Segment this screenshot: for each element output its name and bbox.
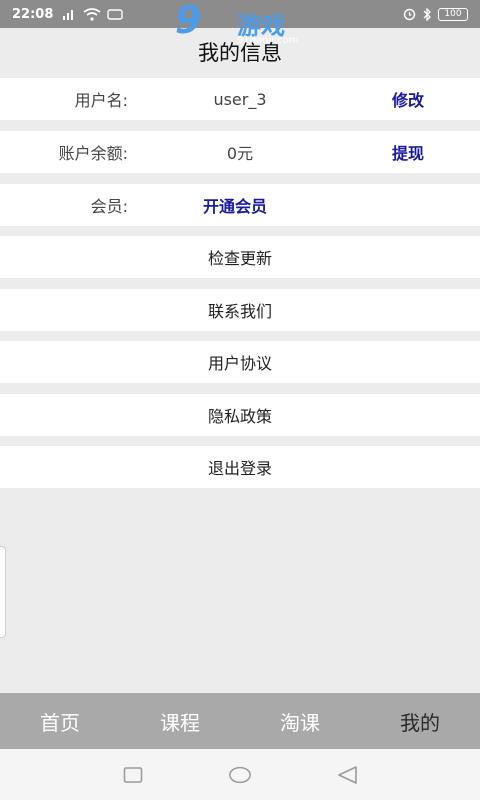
tab-home[interactable]: 首页 <box>0 693 120 749</box>
menu-item-label: 检查更新 <box>207 249 272 268</box>
alarm-icon <box>403 8 416 20</box>
back-button[interactable] <box>335 763 359 787</box>
recent-apps-button[interactable] <box>121 763 145 787</box>
menu-item-label: 隐私政策 <box>207 407 272 426</box>
tab-shop-courses[interactable]: 淘课 <box>240 693 360 749</box>
battery-icon: 100 <box>438 7 468 21</box>
square-icon <box>124 766 143 783</box>
signal-icon <box>63 10 74 20</box>
contact-us-item[interactable]: 联系我们 <box>0 289 480 331</box>
bluetooth-icon <box>423 7 431 21</box>
menu-item-label: 退出登录 <box>207 459 272 478</box>
status-icons-right: 100 <box>403 7 468 21</box>
logout-item[interactable]: 退出登录 <box>0 446 480 488</box>
side-drawer-handle[interactable] <box>0 546 6 638</box>
privacy-policy-item[interactable]: 隐私政策 <box>0 394 480 436</box>
tab-mine[interactable]: 我的 <box>360 693 480 749</box>
menu-item-label: 联系我们 <box>207 302 272 321</box>
tab-courses[interactable]: 课程 <box>120 693 240 749</box>
hd-icon <box>107 9 124 20</box>
wifi-icon <box>83 7 101 21</box>
bottom-tab-bar: 首页 课程 淘课 我的 <box>0 693 480 749</box>
withdraw-button[interactable]: 提现 <box>392 140 424 164</box>
status-time: 22:08 <box>12 6 54 22</box>
home-button[interactable] <box>228 763 252 787</box>
username-row: 用户名: user_3 修改 <box>0 78 480 120</box>
user-agreement-item[interactable]: 用户协议 <box>0 341 480 383</box>
member-label: 会员: <box>90 197 128 216</box>
system-nav-bar <box>0 749 480 800</box>
balance-row: 账户余额: 0元 提现 <box>0 131 480 173</box>
menu-item-label: 用户协议 <box>207 354 272 373</box>
open-membership-button[interactable]: 开通会员 <box>203 193 267 217</box>
check-update-item[interactable]: 检查更新 <box>0 236 480 278</box>
status-icons-left <box>63 7 124 21</box>
edit-username-button[interactable]: 修改 <box>392 87 424 111</box>
triangle-back-icon <box>337 765 357 784</box>
app-root: 22:08 100 9 游戏 91danji.com 我的信息 用户名: use… <box>0 0 480 800</box>
status-bar: 22:08 100 <box>0 0 480 28</box>
page-title: 我的信息 <box>198 41 282 65</box>
circle-icon <box>229 766 251 783</box>
member-row: 会员: 开通会员 <box>0 184 480 226</box>
